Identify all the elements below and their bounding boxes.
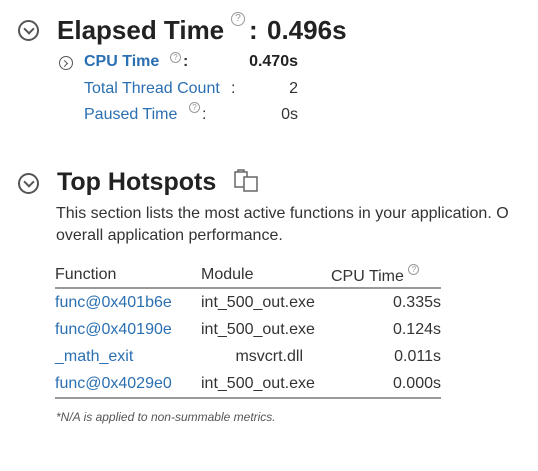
cpu-time-cell: 0.335s (392, 293, 441, 311)
table-row: func@0x4029e0 int_500_out.exe 0.000s (55, 370, 441, 399)
module-cell: int_500_out.exe (201, 293, 315, 311)
cpu-time-colon: : (183, 53, 189, 70)
function-link[interactable]: func@0x401b6e (55, 294, 172, 311)
cpu-time-label[interactable]: CPU Time (84, 53, 159, 71)
column-header-module[interactable]: Module (201, 262, 331, 289)
function-link[interactable]: func@0x40190e (55, 321, 172, 338)
total-thread-count-value: 2 (289, 80, 298, 97)
paused-time-colon: : (202, 106, 207, 123)
description-line-1: This section lists the most active funct… (56, 205, 509, 222)
elapsed-time-collapse-toggle[interactable] (18, 20, 39, 41)
top-hotspots-collapse-toggle[interactable] (18, 173, 39, 194)
footnote: *N/A is applied to non-summable metrics. (56, 410, 276, 424)
function-link[interactable]: _math_exit (55, 348, 133, 365)
cpu-time-expand-toggle[interactable] (59, 56, 73, 70)
column-header-function[interactable]: Function (55, 262, 201, 289)
cpu-time-help-icon[interactable]: ? (170, 52, 181, 63)
function-cell: _math_exit (55, 343, 201, 370)
column-header-cpu-time-label: CPU Time (331, 267, 404, 285)
elapsed-time-title: Elapsed Time (57, 15, 224, 46)
cpu-time-cell: 0.000s (331, 370, 441, 399)
elapsed-time-value: 0.496s (267, 15, 347, 45)
top-hotspots-description: This section lists the most active funct… (56, 203, 509, 247)
copy-icon[interactable] (233, 169, 261, 193)
function-cell: func@0x40190e (55, 316, 201, 343)
cpu-time-value: 0.470s (249, 53, 298, 70)
total-thread-count-colon: : (231, 80, 236, 97)
table-row: func@0x401b6e int_500_out.exe 0.335s (55, 288, 441, 316)
function-link[interactable]: func@0x4029e0 (55, 375, 172, 392)
module-cell: int_500_out.exe (201, 320, 315, 338)
function-cell: func@0x4029e0 (55, 370, 201, 399)
total-thread-count-label[interactable]: Total Thread Count (84, 80, 220, 98)
elapsed-time-colon: : (249, 15, 258, 45)
column-header-cpu-time[interactable]: CPU Time ? (331, 262, 441, 289)
cpu-time-cell: 0.011s (394, 347, 441, 365)
paused-time-value: 0s (281, 106, 298, 123)
cpu-time-cell: 0.124s (392, 320, 441, 338)
module-cell: int_500_out.exe (201, 370, 331, 399)
description-line-2: overall application performance. (56, 227, 283, 244)
cpu-time-column-help-icon[interactable]: ? (408, 263, 420, 275)
cpu-time-column-help-icon-wrap: ? (408, 263, 420, 275)
paused-time-label[interactable]: Paused Time (84, 106, 177, 124)
table-row: _math_exit msvcrt.dll 0.011s (55, 343, 441, 370)
hotspots-table: Function Module CPU Time ? func@0x401b6e… (55, 262, 441, 399)
elapsed-time-help-icon[interactable]: ? (231, 12, 245, 26)
top-hotspots-title: Top Hotspots (57, 168, 217, 196)
table-row: func@0x40190e int_500_out.exe 0.124s (55, 316, 441, 343)
elapsed-time-label: Elapsed Time (57, 15, 225, 45)
paused-time-help-icon[interactable]: ? (189, 102, 200, 113)
table-header-row: Function Module CPU Time ? (55, 262, 441, 289)
function-cell: func@0x401b6e (55, 288, 201, 316)
module-cell: msvcrt.dll (235, 347, 303, 365)
